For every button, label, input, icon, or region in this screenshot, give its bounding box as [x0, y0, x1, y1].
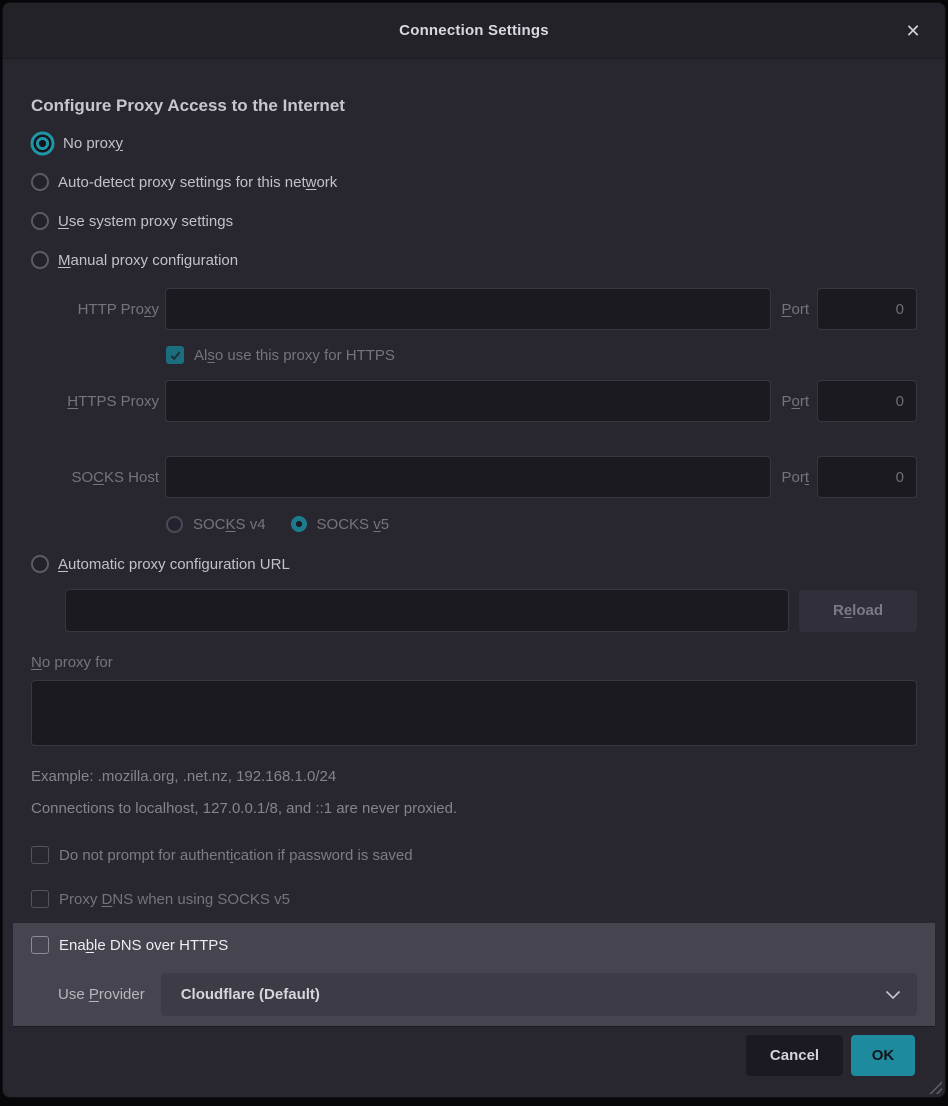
- http-proxy-label: HTTP Proxy: [31, 301, 165, 318]
- checkbox-unchecked-icon: [31, 936, 49, 954]
- checkbox-unchecked-icon: [31, 846, 49, 864]
- doh-provider-row: Use Provider Cloudflare (Default): [31, 973, 917, 1021]
- radio-unselected-icon: [166, 516, 183, 533]
- radio-unselected-icon: [31, 555, 49, 573]
- radio-unselected-icon: [31, 173, 49, 191]
- ok-button[interactable]: OK: [851, 1035, 915, 1076]
- checkbox-enable-doh[interactable]: Enable DNS over HTTPS: [31, 936, 917, 954]
- auto-config-url-label: Automatic proxy configuration URL: [58, 556, 290, 573]
- http-proxy-row: HTTP Proxy Port 0: [31, 288, 917, 330]
- connection-settings-dialog: Connection Settings ✕ Configure Proxy Ac…: [2, 2, 946, 1098]
- radio-socks-v4[interactable]: SOCKS v4: [166, 516, 266, 533]
- auto-config-url-row: Reload: [65, 589, 917, 632]
- chevron-down-icon: [885, 990, 901, 1000]
- socks-v4-label: SOCKS v4: [193, 516, 266, 533]
- https-proxy-row: HTTPS Proxy Port 0: [31, 380, 917, 422]
- doh-provider-dropdown[interactable]: Cloudflare (Default): [161, 973, 917, 1016]
- socks-host-input[interactable]: [165, 456, 771, 498]
- reload-button[interactable]: Reload: [799, 590, 917, 632]
- checkbox-proxy-dns-socks5[interactable]: Proxy DNS when using SOCKS v5: [31, 890, 917, 908]
- radio-no-proxy[interactable]: No proxy: [31, 131, 917, 155]
- auto-config-url-input[interactable]: [65, 589, 789, 632]
- proxy-dns-socks5-label: Proxy DNS when using SOCKS v5: [59, 891, 290, 908]
- https-port-label: Port: [781, 393, 809, 410]
- radio-unselected-icon: [31, 251, 49, 269]
- checkbox-unchecked-icon: [31, 890, 49, 908]
- checkbox-checked-icon: [166, 346, 184, 364]
- http-port-label: Port: [781, 301, 809, 318]
- no-proxy-for-textarea[interactable]: [31, 680, 917, 746]
- https-proxy-label: HTTPS Proxy: [31, 393, 165, 410]
- no-prompt-auth-label: Do not prompt for authentication if pass…: [59, 847, 413, 864]
- doh-provider-selected-value: Cloudflare (Default): [181, 986, 320, 1003]
- dialog-titlebar: Connection Settings ✕: [3, 3, 945, 59]
- socks-version-row: SOCKS v4 SOCKS v5: [166, 514, 917, 534]
- socks-host-row: SOCKS Host Port 0: [31, 456, 917, 498]
- close-icon[interactable]: ✕: [899, 17, 927, 45]
- radio-use-system-label: Use system proxy settings: [58, 213, 233, 230]
- dialog-content: Configure Proxy Access to the Internet N…: [3, 96, 945, 1076]
- radio-selected-icon: [291, 516, 307, 532]
- radio-manual-config-label: Manual proxy configuration: [58, 252, 238, 269]
- proxy-section-heading: Configure Proxy Access to the Internet: [31, 96, 917, 116]
- doh-panel: Enable DNS over HTTPS Use Provider Cloud…: [13, 923, 935, 1027]
- radio-selected-icon: [36, 137, 49, 150]
- cancel-button[interactable]: Cancel: [746, 1035, 843, 1076]
- https-port-input[interactable]: 0: [817, 380, 917, 422]
- no-proxy-for-label: No proxy for: [31, 654, 917, 671]
- radio-no-proxy-label: No proxy: [63, 135, 123, 152]
- also-https-label: Also use this proxy for HTTPS: [194, 347, 395, 364]
- radio-manual-config[interactable]: Manual proxy configuration: [31, 248, 917, 272]
- dialog-footer: Cancel OK: [31, 1035, 917, 1076]
- https-proxy-input[interactable]: [165, 380, 771, 422]
- enable-doh-label: Enable DNS over HTTPS: [59, 937, 228, 954]
- http-proxy-input[interactable]: [165, 288, 771, 330]
- dialog-title: Connection Settings: [399, 22, 549, 39]
- radio-auto-config-url[interactable]: Automatic proxy configuration URL: [31, 552, 917, 576]
- use-provider-label: Use Provider: [58, 986, 145, 1003]
- localhost-note-text: Connections to localhost, 127.0.0.1/8, a…: [31, 800, 917, 817]
- socks-port-input[interactable]: 0: [817, 456, 917, 498]
- radio-unselected-icon: [31, 212, 49, 230]
- radio-auto-detect-label: Auto-detect proxy settings for this netw…: [58, 174, 337, 191]
- socks-host-label: SOCKS Host: [31, 469, 165, 486]
- resize-grip-icon[interactable]: [928, 1080, 942, 1094]
- also-https-row[interactable]: Also use this proxy for HTTPS: [166, 346, 917, 364]
- no-proxy-example-text: Example: .mozilla.org, .net.nz, 192.168.…: [31, 768, 917, 785]
- socks-port-label: Port: [781, 469, 809, 486]
- radio-socks-v5[interactable]: SOCKS v5: [291, 516, 390, 533]
- checkmark-icon: [169, 349, 182, 362]
- checkbox-no-prompt-auth[interactable]: Do not prompt for authentication if pass…: [31, 846, 917, 864]
- http-port-input[interactable]: 0: [817, 288, 917, 330]
- socks-v5-label: SOCKS v5: [317, 516, 390, 533]
- radio-use-system[interactable]: Use system proxy settings: [31, 209, 917, 233]
- radio-auto-detect[interactable]: Auto-detect proxy settings for this netw…: [31, 170, 917, 194]
